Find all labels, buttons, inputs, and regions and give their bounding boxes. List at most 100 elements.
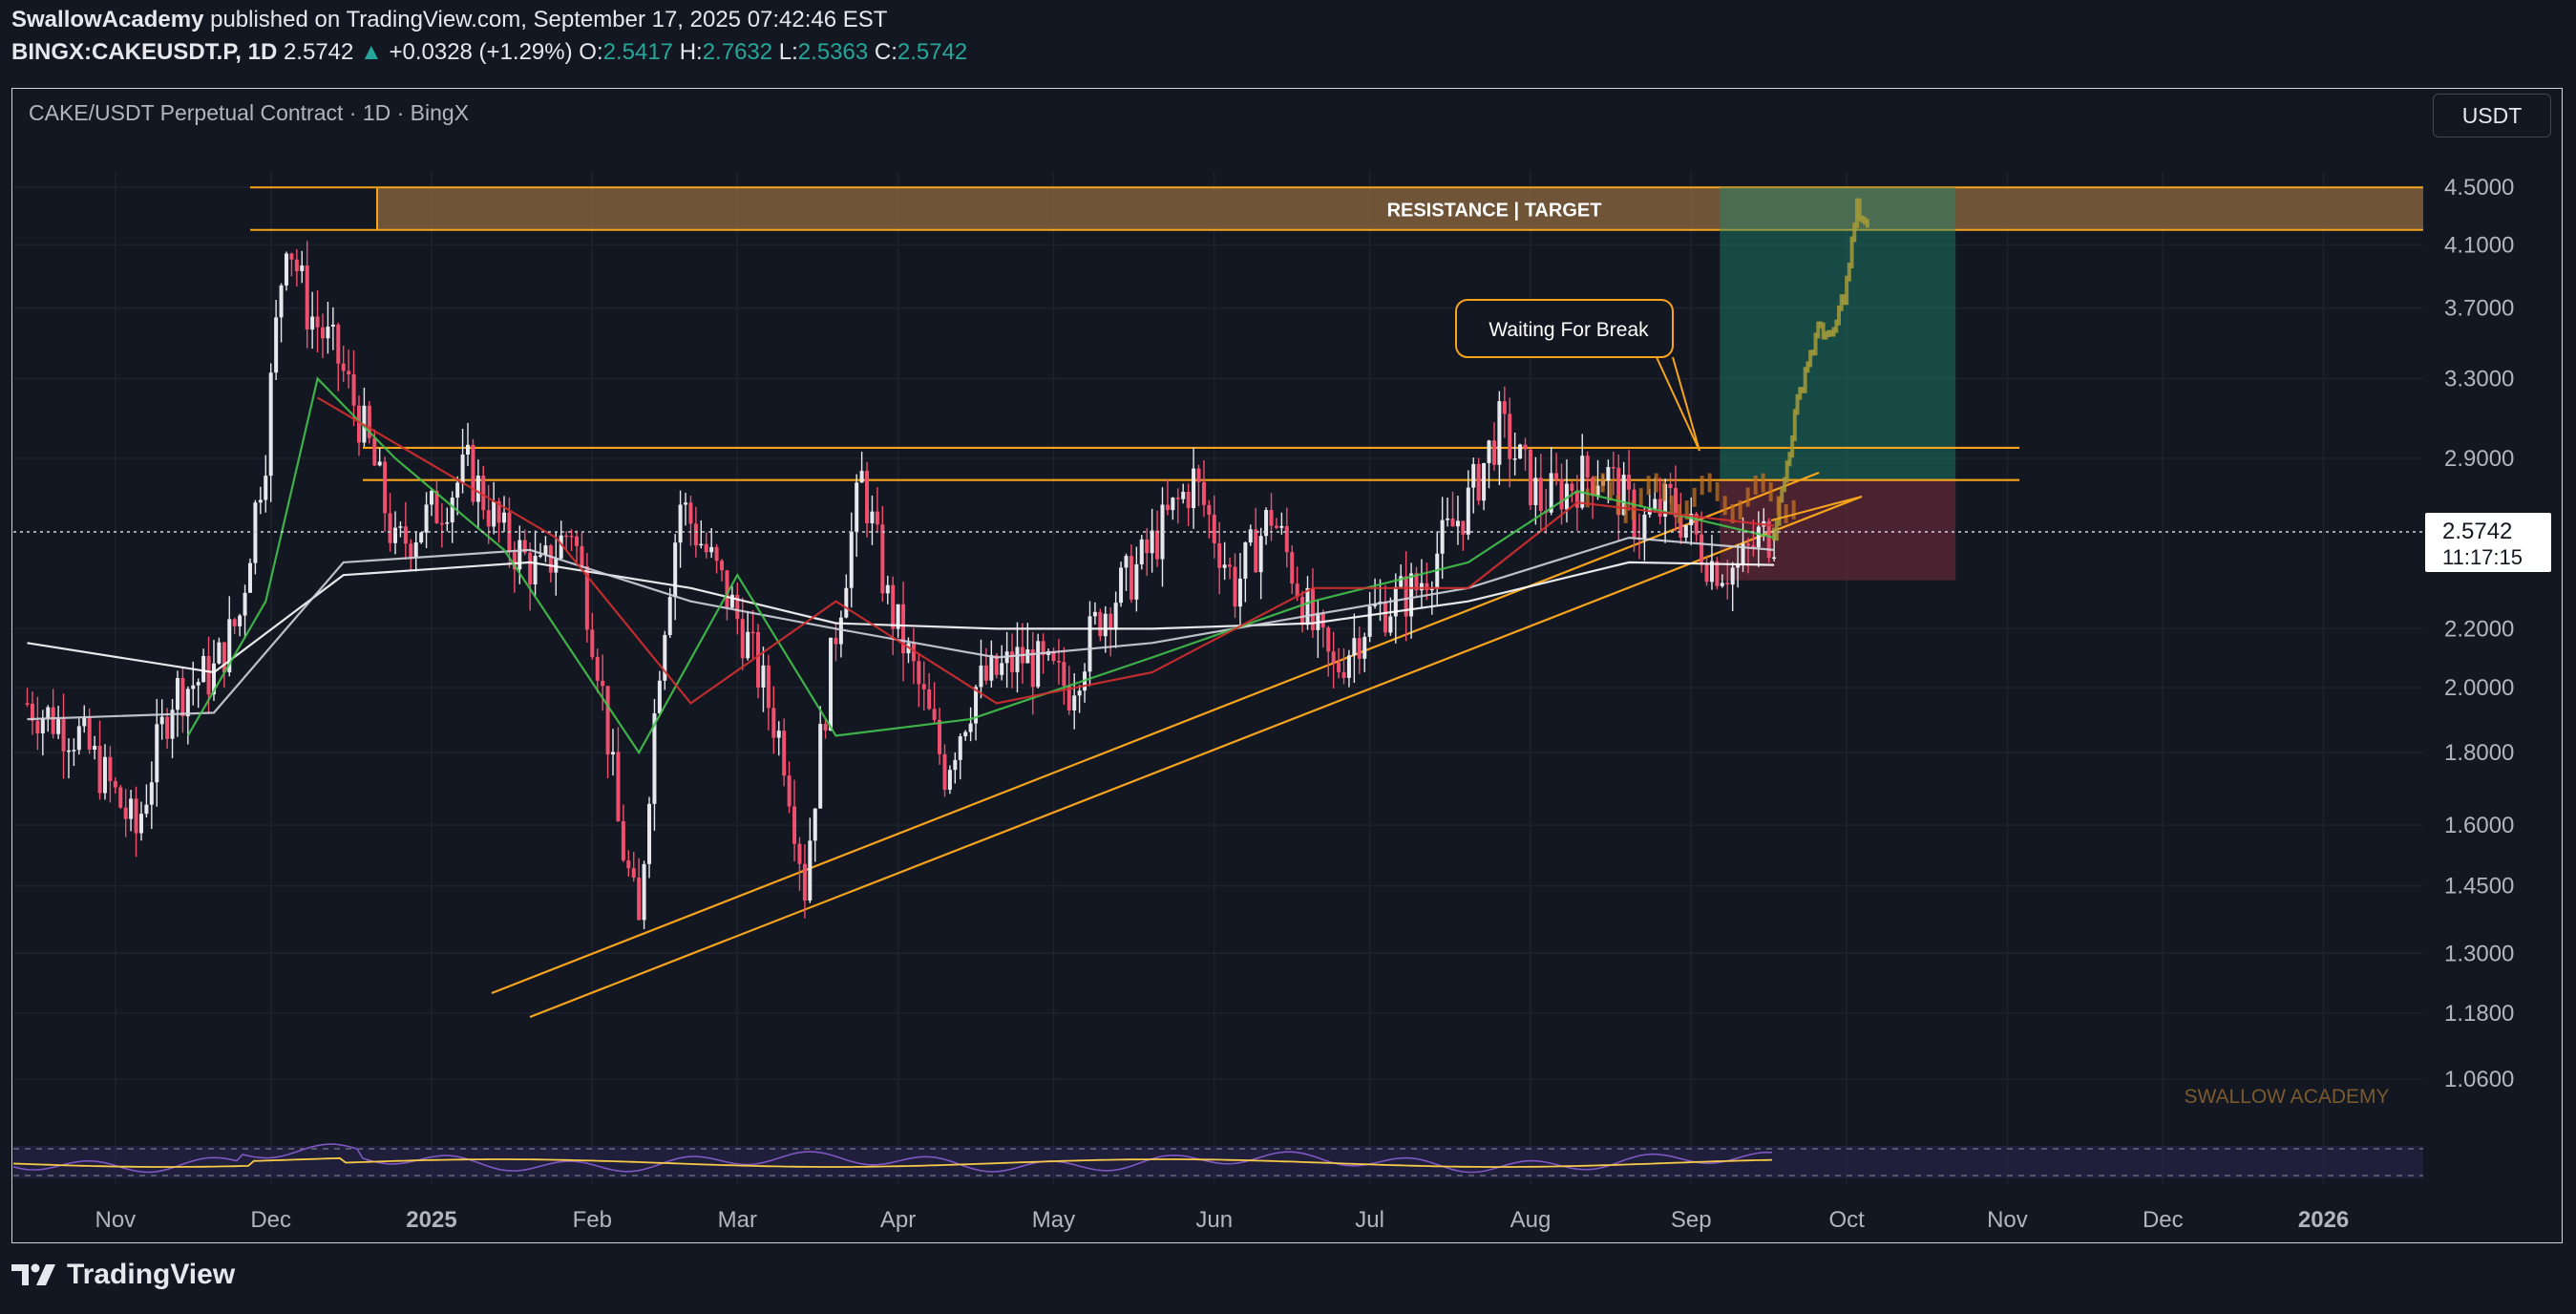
time-tick-label: Dec — [2143, 1207, 2184, 1233]
candle-body — [341, 363, 346, 371]
candle-body — [502, 512, 507, 523]
candle-body — [1300, 597, 1305, 625]
price-tick-label: 1.1800 — [2444, 1001, 2514, 1027]
candle-body — [1119, 567, 1124, 604]
candle-body — [1512, 458, 1517, 460]
candle-body — [274, 317, 279, 373]
countdown-value: 11:17:15 — [2442, 545, 2523, 569]
projection-candle — [1623, 503, 1628, 523]
candle-body — [1056, 661, 1061, 663]
projection-candle — [1707, 473, 1712, 493]
candle-body — [813, 808, 817, 841]
candle-body — [1627, 475, 1632, 490]
candle-body — [1388, 616, 1393, 633]
candle-body — [1254, 529, 1258, 573]
candle-body — [942, 753, 947, 791]
candle-body — [1155, 530, 1160, 560]
candle-body — [35, 720, 40, 733]
candle-body — [1186, 491, 1191, 509]
candle-body — [315, 316, 320, 328]
candle-body — [1585, 456, 1590, 478]
candle-body — [968, 723, 973, 732]
candle-body — [808, 840, 813, 901]
candle-body — [725, 570, 729, 608]
candle-body — [714, 546, 719, 562]
candle-body — [196, 682, 201, 686]
candle-body — [849, 531, 854, 588]
candle-body — [492, 501, 496, 527]
candle-body — [149, 782, 154, 805]
projection-candle — [1865, 219, 1869, 228]
candle-body — [330, 324, 335, 328]
candle-body — [1538, 477, 1543, 511]
candle-body — [1269, 510, 1274, 526]
candle-body — [771, 708, 776, 738]
candle-body — [580, 545, 584, 566]
candle-body — [1554, 473, 1559, 480]
candle-body — [616, 752, 621, 822]
candle-body — [1476, 463, 1481, 501]
candle-body — [1419, 583, 1424, 591]
candle-body — [1243, 542, 1248, 579]
candle-body — [1222, 564, 1227, 568]
candle-body — [647, 803, 652, 864]
candle-body — [1611, 467, 1615, 469]
callout-pointer — [1656, 356, 1700, 452]
candle-body — [932, 709, 937, 720]
candle-body — [264, 476, 268, 500]
candle-body — [829, 637, 834, 731]
time-tick-label: Dec — [250, 1207, 291, 1233]
tradingview-logo[interactable]: TradingView — [11, 1259, 235, 1291]
candle-body — [159, 716, 164, 725]
candle-body — [1346, 655, 1351, 678]
candle-body — [289, 253, 294, 260]
candle-body — [1466, 487, 1470, 535]
candle-body — [673, 542, 678, 598]
projection-candle — [1784, 504, 1788, 524]
candle-body — [1103, 613, 1108, 637]
candle-body — [383, 461, 388, 514]
candle-body — [938, 719, 942, 754]
candle-body — [891, 584, 896, 629]
candle-body — [175, 677, 179, 710]
instrument-title: CAKE/USDT Perpetual Contract · 1D · Bing… — [29, 100, 470, 125]
currency-button[interactable]: USDT — [2433, 94, 2551, 138]
candle-body — [766, 665, 771, 709]
time-tick-label: Jul — [1355, 1207, 1384, 1233]
candle-body — [424, 504, 429, 533]
candle-body — [590, 629, 595, 657]
time-tick-label: Jun — [1195, 1207, 1233, 1233]
candle-body — [392, 527, 397, 543]
projection-candle — [1646, 476, 1651, 496]
candle-body — [684, 502, 688, 505]
candle-body — [1274, 525, 1278, 528]
candle-body — [1518, 444, 1523, 459]
candle-body — [693, 523, 698, 546]
candle-body — [1399, 576, 1404, 587]
candle-body — [776, 731, 781, 738]
price-tick-label: 1.4500 — [2444, 874, 2514, 900]
candle-body — [76, 726, 81, 751]
price-tick-label: 1.0600 — [2444, 1067, 2514, 1092]
candle-body — [471, 444, 475, 502]
price-tick-label: 1.6000 — [2444, 813, 2514, 838]
candle-body — [1337, 662, 1341, 672]
candle-body — [818, 724, 823, 809]
candle-body — [1139, 539, 1144, 564]
candle-body — [1124, 556, 1129, 568]
candle-body — [180, 677, 185, 717]
candle-body — [1642, 514, 1647, 540]
candle-body — [1425, 583, 1429, 591]
candle-body — [1192, 468, 1196, 509]
price-chart[interactable]: RESISTANCE | TARGET Waiting For Break SWAL… — [0, 0, 2576, 1314]
candle-body — [1574, 490, 1579, 508]
candle-body — [1559, 479, 1564, 510]
candle-body — [356, 405, 361, 443]
candle-body — [1087, 616, 1092, 672]
time-tick-label: Sep — [1671, 1207, 1712, 1233]
price-tick-label: 4.5000 — [2444, 175, 2514, 201]
candle-body — [475, 476, 480, 502]
candle-body — [761, 665, 766, 689]
candle-body — [243, 592, 247, 616]
candle-body — [347, 371, 351, 374]
